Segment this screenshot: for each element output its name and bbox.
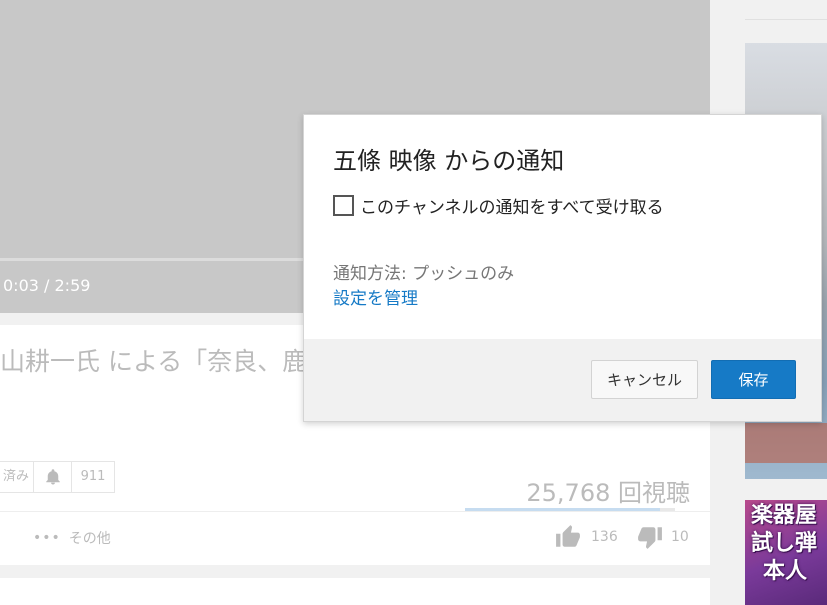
save-button[interactable]: 保存 [711,360,796,399]
like-count: 136 [591,529,618,545]
thumbnail-text: 楽器屋 [751,503,818,528]
thumbs-down-icon [637,524,663,550]
thumbnail-text: 試し弾 [751,531,818,556]
all-notifications-option[interactable]: このチャンネルの通知をすべて受け取る [333,193,664,218]
checkbox-label: このチャンネルの通知をすべて受け取る [360,198,664,218]
time-display: 0:03 / 2:59 [3,276,91,295]
dialog-title: 五條 映像 からの通知 [333,147,565,175]
more-actions-button[interactable]: ••• その他 [33,528,111,548]
divider [0,511,710,512]
comments-card [0,578,710,605]
subscribe-button[interactable]: 済み [0,461,34,493]
like-button[interactable]: 136 [555,524,618,550]
dialog-footer: キャンセル 保存 [304,339,821,421]
cancel-button[interactable]: キャンセル [591,360,698,399]
sidebar-header-divider [745,0,827,20]
thumbs-up-icon [555,524,581,550]
more-label: その他 [68,531,111,547]
view-count: 25,768 回視聴 [526,479,690,507]
thumbnail-color-band [745,423,827,463]
bell-icon [44,468,62,486]
video-title: 山耕一氏 による「奈良、鹿 [0,347,305,376]
related-video-thumbnail[interactable]: 楽器屋 試し弾 本人 [745,500,827,605]
notification-bell-button[interactable] [34,461,72,493]
subscriber-count: 911 [72,461,115,493]
notification-dialog: 五條 映像 からの通知 このチャンネルの通知をすべて受け取る 通知方法: プッシ… [303,114,822,422]
dislike-count: 10 [671,529,689,545]
thumbnail-text: 本人 [763,559,808,584]
notification-method: 通知方法: プッシュのみ [333,264,515,284]
more-dots-icon: ••• [33,530,61,546]
dislike-button[interactable]: 10 [637,524,689,550]
all-notifications-checkbox[interactable] [333,195,354,216]
manage-settings-link[interactable]: 設定を管理 [333,284,418,309]
